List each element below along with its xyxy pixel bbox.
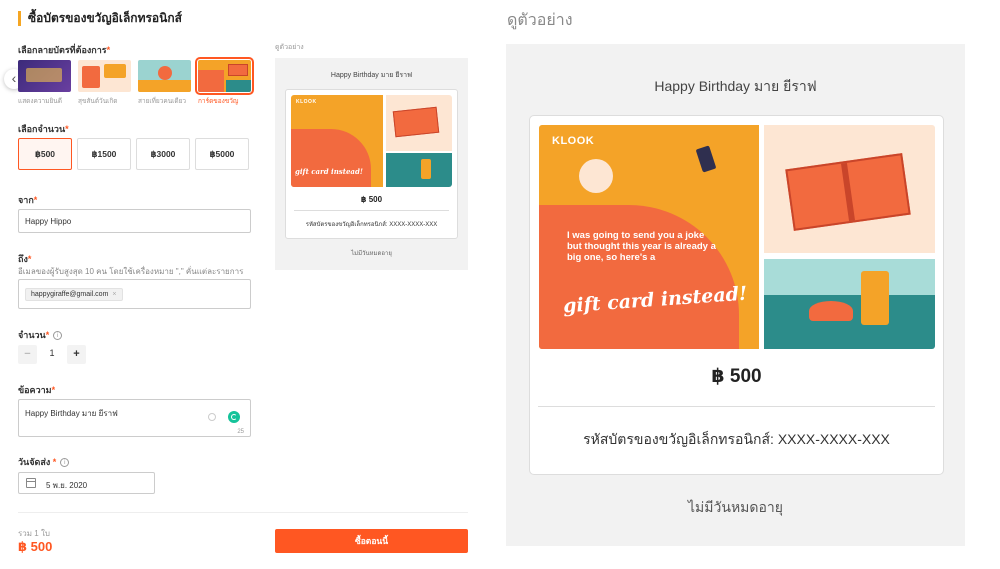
person-illustration <box>579 159 613 193</box>
to-label: ถึง* <box>18 254 32 264</box>
klook-logo: KLOOK <box>296 99 317 105</box>
message-text: Happy Birthday มาย ยีราฟ <box>25 409 118 418</box>
amount-option-500[interactable]: ฿500 <box>18 138 72 170</box>
quantity-label: จำนวน* i <box>18 328 63 342</box>
recipient-email-input[interactable]: happygiraffe@gmail.com × <box>18 279 251 309</box>
delivery-date-label: วันจัดส่ง * i <box>18 455 70 469</box>
small-preview-card: KLOOK gift card instead! ฿ 500 รหัสบัตรข… <box>285 89 458 239</box>
gift-box-icon <box>392 106 440 138</box>
email-chip-text: happygiraffe@gmail.com <box>31 291 109 298</box>
buy-now-button[interactable]: ซื้อตอนนี้ <box>275 529 468 553</box>
message-textarea[interactable]: Happy Birthday มาย ยีราฟ 25 <box>18 399 251 437</box>
quantity-decrease-button[interactable]: − <box>18 345 37 364</box>
close-icon[interactable]: × <box>112 291 116 298</box>
design-caption: สายเที่ยวคนเดียว <box>138 98 187 105</box>
klook-logo: KLOOK <box>552 135 595 147</box>
info-icon[interactable]: i <box>60 458 70 468</box>
design-caption: แสดงความยินดี <box>18 98 62 105</box>
card-tagline: gift card instead! <box>295 167 363 176</box>
large-preview: Happy Birthday มาย ยีราฟ KLOOK I was goi… <box>506 44 965 546</box>
small-preview-greeting: Happy Birthday มาย ยีราฟ <box>330 72 413 79</box>
email-chip: happygiraffe@gmail.com × <box>25 288 123 301</box>
amount-option-3000[interactable]: ฿3000 <box>136 138 190 170</box>
message-label: ข้อความ* <box>18 385 56 395</box>
quantity-increase-button[interactable]: + <box>67 345 86 364</box>
chevron-left-icon: ‹ <box>11 70 17 86</box>
delivery-date-value: 5 พ.ย. 2020 <box>46 481 88 490</box>
card-artwork: KLOOK gift card instead! <box>291 95 452 187</box>
small-preview: Happy Birthday มาย ยีราฟ KLOOK gift card… <box>275 58 468 270</box>
page-title: ซื้อบัตรของขวัญอิเล็กทรอนิกส์ <box>18 11 182 26</box>
design-caption: สุขสันต์วันเกิด <box>78 98 118 105</box>
quantity-value: 1 <box>49 348 55 358</box>
small-preview-code: รหัสบัตรของขวัญอิเล็กทรอนิกส์: XXXX-XXXX… <box>305 222 438 228</box>
small-preview-amount: ฿ 500 <box>360 195 383 204</box>
grammarly-icon[interactable] <box>228 411 240 423</box>
from-input-value: Happy Hippo <box>25 217 72 226</box>
card-artwork: KLOOK I was going to send you a joke but… <box>539 125 935 349</box>
large-preview-label: ดูตัวอย่าง <box>507 12 573 29</box>
total-price: ฿ 500 <box>18 539 53 554</box>
card-message: I was going to send you a joke but thoug… <box>567 230 716 263</box>
design-thumb-birthday[interactable] <box>78 60 131 92</box>
emoji-icon[interactable] <box>208 413 216 421</box>
amount-label: เลือกจำนวน* <box>18 124 69 134</box>
design-thumb-gift-card[interactable] <box>195 57 254 95</box>
purchase-form: ซื้อบัตรของขวัญอิเล็กทรอนิกส์ เลือกลายบั… <box>0 0 480 569</box>
suitcase-illustration <box>861 271 889 325</box>
design-carousel: แสดงความยินดี สุขสันต์วันเกิด สายเที่ยวค… <box>18 57 258 108</box>
large-preview-code: รหัสบัตรของขวัญอิเล็กทรอนิกส์: XXXX-XXXX… <box>583 431 890 447</box>
amount-option-5000[interactable]: ฿5000 <box>195 138 249 170</box>
info-icon[interactable]: i <box>53 331 63 341</box>
small-preview-label: ดูตัวอย่าง <box>275 44 304 51</box>
design-thumb-congrats[interactable] <box>18 60 71 92</box>
large-preview-amount: ฿ 500 <box>711 366 762 387</box>
large-preview-no-expiry: ไม่มีวันหมดอายุ <box>688 499 783 515</box>
amount-option-1500[interactable]: ฿1500 <box>77 138 131 170</box>
large-preview-greeting: Happy Birthday มาย ยีราฟ <box>654 78 817 94</box>
design-caption: การ์ดของขวัญ <box>198 98 239 105</box>
divider <box>18 512 468 513</box>
design-thumb-solo-travel[interactable] <box>138 60 191 92</box>
large-preview-card: KLOOK I was going to send you a joke but… <box>529 115 944 475</box>
food-illustration <box>809 301 853 321</box>
from-input[interactable]: Happy Hippo <box>18 209 251 233</box>
message-char-count: 25 <box>237 429 244 435</box>
divider <box>538 406 935 407</box>
to-hint: อีเมลของผู้รับสูงสุด 10 คน โดยใช้เครื่อง… <box>18 267 244 276</box>
calendar-icon <box>26 478 36 488</box>
small-preview-no-expiry: ไม่มีวันหมดอายุ <box>351 251 392 257</box>
delivery-date-picker[interactable]: 5 พ.ย. 2020 <box>18 472 155 494</box>
divider <box>294 210 449 211</box>
design-label: เลือกลายบัตรที่ต้องการ* <box>18 45 111 55</box>
from-label: จาก* <box>18 195 38 205</box>
